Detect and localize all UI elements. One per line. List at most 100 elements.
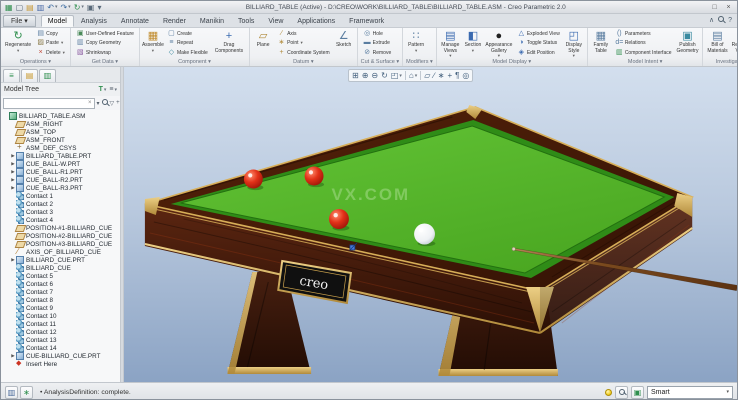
ribbon-create-button[interactable]: ▢Create [165, 29, 210, 39]
ribbon-group-label[interactable]: Investigate ▾ [703, 58, 737, 66]
white-ball[interactable] [414, 224, 435, 245]
ribbon-group-label[interactable]: Get Data ▾ [71, 58, 139, 66]
ribbon-coordinate-system-button[interactable]: +Coordinate System [275, 48, 332, 58]
ribbon-group-label[interactable]: Modifiers ▾ [403, 58, 436, 66]
tree-item-contact-11[interactable]: Contact 11 [3, 320, 120, 328]
graphics-viewport[interactable]: VX.COM creo [124, 67, 737, 382]
find-button[interactable] [615, 386, 628, 399]
tree-item-cue-ball-r3-prt[interactable]: ▶CUE_BALL-R3.PRT [3, 184, 120, 192]
close-button[interactable]: × [723, 2, 734, 12]
saved-orientations-button[interactable]: ⌂▾ [408, 70, 418, 81]
tree-item-contact-9[interactable]: Contact 9 [3, 304, 120, 312]
qat-undo-button[interactable]: ↶▾ [46, 2, 58, 13]
ribbon-make-flexible-button[interactable]: ◇Make Flexible [165, 48, 210, 58]
tree-item-asm-def-csys[interactable]: ASM_DEF_CSYS [3, 144, 120, 152]
ribbon-repeat-button[interactable]: ≡Repeat [165, 39, 210, 49]
tree-item-asm-right[interactable]: ASM_RIGHT [3, 120, 120, 128]
ribbon-family-table-button[interactable]: ▦Family Table [590, 29, 612, 58]
ribbon-group-label[interactable]: Datum ▾ [250, 58, 357, 66]
qat-open-button[interactable]: ▤ [25, 2, 35, 13]
ribbon-remove-button[interactable]: ⊘Remove [361, 48, 394, 58]
ribbon-exploded-view-button[interactable]: △Exploded View [515, 29, 562, 39]
select-box-button[interactable]: ▣ [631, 386, 644, 399]
spin-center-button[interactable]: ◎ [461, 70, 470, 81]
collapse-ribbon-button[interactable]: ∧ [709, 17, 714, 25]
ribbon-point-button[interactable]: ∗Point▾ [275, 39, 332, 49]
ribbon-group-label[interactable]: Model Intent ▾ [588, 58, 703, 66]
qat-save-button[interactable]: ▥ [36, 2, 46, 13]
csys-display-button[interactable]: + [446, 70, 453, 81]
tree-item-contact-1[interactable]: Contact 1 [3, 192, 120, 200]
ribbon-axis-button[interactable]: ∕Axis [275, 29, 332, 39]
tree-item-contact-6[interactable]: Contact 6 [3, 280, 120, 288]
zoom-in-button[interactable]: ⊕ [361, 70, 370, 81]
tab-applications[interactable]: Applications [290, 15, 342, 27]
ribbon-parameters-button[interactable]: ()Parameters [613, 29, 674, 39]
tab-render[interactable]: Render [156, 15, 193, 27]
clear-search-icon[interactable]: × [88, 100, 92, 106]
model-tree-tab[interactable]: ≡ [3, 69, 20, 82]
tab-annotate[interactable]: Annotate [114, 15, 156, 27]
ribbon-relations-button[interactable]: d=Relations [613, 39, 674, 49]
ribbon-bill-of-materials-button[interactable]: ▤Bill of Materials [705, 29, 729, 58]
tree-item-position-2-billiard-cue[interactable]: POSITION-#2-BILLIARD_CUE [3, 232, 120, 240]
qat-redo-button[interactable]: ↷▾ [59, 2, 71, 13]
expand-all-button[interactable]: + [116, 100, 120, 106]
display-style-button[interactable]: ◰▾ [390, 70, 403, 81]
red-ball[interactable] [305, 167, 324, 186]
ribbon-group-label[interactable]: Operations ▾ [1, 58, 70, 66]
tree-item-contact-4[interactable]: Contact 4 [3, 216, 120, 224]
help-button[interactable]: ? [728, 17, 732, 25]
ribbon-hole-button[interactable]: ◎Hole [361, 29, 394, 39]
favorites-tab[interactable]: ▥ [39, 69, 56, 82]
annotations-button[interactable]: ¶ [454, 70, 460, 81]
ribbon-sketch-button[interactable]: ∠Sketch [333, 29, 355, 58]
ribbon-reference-viewer-button[interactable]: ◉Reference Viewer [729, 29, 737, 58]
search-dropdown-button[interactable]: ▾ [97, 100, 100, 107]
tree-item-contact-5[interactable]: Contact 5 [3, 272, 120, 280]
ribbon-display-style-button[interactable]: ◰Display Style▾ [563, 29, 585, 58]
maximize-button[interactable]: □ [709, 2, 720, 12]
ribbon-delete-button[interactable]: ×Delete▾ [34, 48, 67, 58]
tree-item-contact-13[interactable]: Contact 13 [3, 336, 120, 344]
tree-item-insert-here[interactable]: Insert Here [3, 360, 120, 368]
ribbon-copy-button[interactable]: ▤Copy [34, 29, 67, 39]
tree-item-contact-12[interactable]: Contact 12 [3, 328, 120, 336]
tree-settings-button[interactable]: T ▾ [99, 86, 107, 93]
tree-item-billiard-table-asm[interactable]: BILLIARD_TABLE.ASM [3, 112, 120, 120]
qat-new-button[interactable]: ▢ [15, 2, 25, 13]
ribbon-group-label[interactable]: Component ▾ [140, 58, 249, 66]
ribbon-assemble-button[interactable]: ▦Assemble▾ [142, 29, 164, 58]
ribbon-copy-geometry-button[interactable]: ▥Copy Geometry [74, 39, 136, 49]
ribbon-section-button[interactable]: ◧Section▾ [462, 29, 484, 58]
tree-item-contact-2[interactable]: Contact 2 [3, 200, 120, 208]
file-menu-button[interactable]: File ▾ [3, 15, 36, 27]
ribbon-edit-position-button[interactable]: ◈Edit Position [515, 48, 562, 58]
tree-item-axis-of-billiard-cue[interactable]: AXIS_OF_BILLIARD_CUE [3, 248, 120, 256]
ribbon-pattern-button[interactable]: ∷Pattern▾ [405, 29, 427, 58]
datum-axes-button[interactable]: ∕ [432, 70, 435, 81]
qat-app-button[interactable]: ▦ [4, 2, 14, 13]
ribbon-plane-button[interactable]: ▱Plane [252, 29, 274, 58]
red-ball[interactable] [329, 209, 349, 229]
datum-planes-button[interactable]: ▱ [423, 70, 431, 81]
ribbon-group-label[interactable]: Model Display ▾ [437, 58, 587, 66]
red-ball[interactable] [244, 170, 263, 189]
tree-item-contact-14[interactable]: Contact 14 [3, 344, 120, 352]
tree-item-billiard-cue-prt[interactable]: ▶BILLIARD_CUE.PRT [3, 256, 120, 264]
tab-manikin[interactable]: Manikin [193, 15, 231, 27]
ribbon-group-label[interactable]: Cut & Surface ▾ [358, 58, 403, 66]
tab-model[interactable]: Model [41, 15, 74, 27]
event-manager-button[interactable]: ▥ [5, 386, 18, 399]
qat-regenerate-button[interactable]: ↻▾ [73, 2, 85, 13]
find-button[interactable] [102, 99, 108, 107]
tree-item-position-3-billiard-cue[interactable]: POSITION-#3-BILLIARD_CUE [3, 240, 120, 248]
ribbon-component-interface-button[interactable]: ▥Component Interface [613, 48, 674, 58]
qat-window-button[interactable]: ▣ [86, 2, 96, 13]
repaint-button[interactable]: ↻ [380, 70, 389, 81]
notification-bulb-icon[interactable] [605, 389, 612, 396]
tree-item-cue-ball-r2-prt[interactable]: ▶CUE_BALL-R2.PRT [3, 176, 120, 184]
selection-filter-combobox[interactable]: Smart ▾ [647, 386, 733, 399]
ribbon-paste-button[interactable]: ▨Paste▾ [34, 39, 67, 49]
ribbon-extrude-button[interactable]: ▬Extrude [361, 39, 394, 49]
